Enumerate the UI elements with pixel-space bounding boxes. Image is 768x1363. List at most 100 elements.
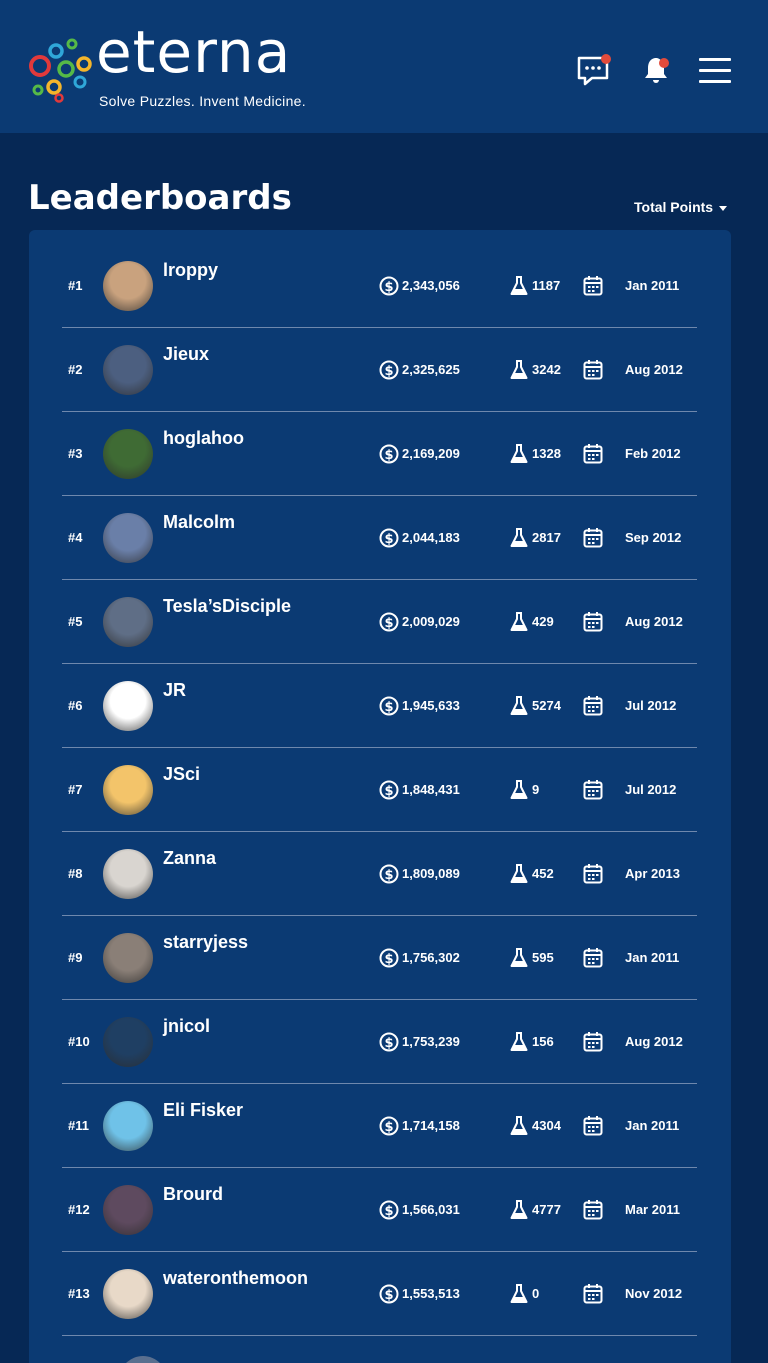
username-link[interactable]: Zanna	[163, 848, 216, 869]
leaderboard-row: #2 Jieux $ 2,325,625 3242 Aug 2012	[62, 328, 697, 412]
username-link[interactable]: wateronthemoon	[163, 1268, 308, 1289]
flask-icon	[510, 360, 528, 379]
dollar-coin-icon: $	[379, 1032, 399, 1052]
svg-text:$: $	[384, 532, 393, 547]
joined-date: Aug 2012	[625, 362, 683, 377]
labs-count: 595	[532, 950, 554, 965]
avatar[interactable]	[103, 1185, 153, 1235]
username-link[interactable]: JR	[163, 680, 186, 701]
dollar-coin-icon: $	[379, 780, 399, 800]
bell-icon[interactable]	[640, 52, 676, 88]
avatar[interactable]	[103, 429, 153, 479]
avatar[interactable]	[103, 1269, 153, 1319]
leaderboard-row: #7 JSci $ 1,848,431 9 Jul 2012	[62, 748, 697, 832]
calendar-icon	[583, 528, 603, 548]
avatar[interactable]	[103, 681, 153, 731]
avatar[interactable]	[103, 1017, 153, 1067]
eterna-logo[interactable]: eterna Solve Puzzles. Invent Medicine.	[26, 18, 316, 112]
svg-text:$: $	[384, 700, 393, 715]
rank-label: #4	[68, 530, 83, 545]
rank-label: #1	[68, 278, 83, 293]
rank-label: #3	[68, 446, 83, 461]
points-value: 2,169,209	[402, 446, 460, 461]
leaderboard-row: #10 jnicol $ 1,753,239 156 Aug 2012	[62, 1000, 697, 1084]
labs-count: 452	[532, 866, 554, 881]
labs-count: 1328	[532, 446, 561, 461]
avatar[interactable]	[103, 933, 153, 983]
svg-text:$: $	[384, 784, 393, 799]
labs-count: 429	[532, 614, 554, 629]
avatar[interactable]	[103, 597, 153, 647]
username-link[interactable]: Eli Fisker	[163, 1100, 243, 1121]
calendar-icon	[583, 696, 603, 716]
svg-text:$: $	[384, 1288, 393, 1303]
labs-count: 3242	[532, 362, 561, 377]
calendar-icon	[583, 276, 603, 296]
labs-count: 0	[532, 1286, 540, 1301]
svg-text:$: $	[384, 952, 393, 967]
rank-label: #13	[68, 1286, 90, 1301]
flask-icon	[510, 780, 528, 799]
rank-label: #8	[68, 866, 83, 881]
rank-label: #11	[68, 1118, 89, 1133]
username-link[interactable]: jnicol	[163, 1016, 210, 1037]
rank-label: #6	[68, 698, 83, 713]
calendar-icon	[583, 864, 603, 884]
points-value: 1,756,302	[402, 950, 460, 965]
username-link[interactable]: hoglahoo	[163, 428, 244, 449]
dollar-coin-icon: $	[379, 276, 399, 296]
flask-icon	[510, 1284, 528, 1303]
labs-count: 156	[532, 1034, 554, 1049]
points-value: 1,753,239	[402, 1034, 460, 1049]
leaderboard-row: #13 wateronthemoon $ 1,553,513 0 Nov 201…	[62, 1252, 697, 1336]
svg-text:$: $	[384, 1120, 393, 1135]
avatar[interactable]	[103, 345, 153, 395]
avatar[interactable]	[103, 1101, 153, 1151]
avatar[interactable]	[103, 261, 153, 311]
leaderboard-row: #11 Eli Fisker $ 1,714,158 4304 Jan 2011	[62, 1084, 697, 1168]
username-link[interactable]: Malcolm	[163, 512, 235, 533]
labs-count: 2817	[532, 530, 561, 545]
avatar[interactable]	[103, 849, 153, 899]
username-link[interactable]: Tesla’sDisciple	[163, 596, 291, 617]
rank-label: #12	[68, 1202, 90, 1217]
sort-dropdown[interactable]: Total Points	[634, 199, 728, 215]
svg-text:$: $	[384, 616, 393, 631]
sort-dropdown-label: Total Points	[634, 199, 714, 215]
svg-text:$: $	[384, 364, 393, 379]
avatar[interactable]	[103, 765, 153, 815]
page-title: Leaderboards	[28, 178, 292, 218]
svg-text:$: $	[384, 448, 393, 463]
joined-date: Mar 2011	[625, 1202, 680, 1217]
calendar-icon	[583, 612, 603, 632]
leaderboard-row: #12 Brourd $ 1,566,031 4777 Mar 2011	[62, 1168, 697, 1252]
labs-count: 1187	[532, 278, 561, 293]
hamburger-menu-icon[interactable]	[697, 56, 733, 86]
labs-count: 9	[532, 782, 540, 797]
leaderboard-row: #8 Zanna $ 1,809,089 452 Apr 2013	[62, 832, 697, 916]
dollar-coin-icon: $	[379, 696, 399, 716]
flask-icon	[510, 612, 528, 631]
username-link[interactable]: lroppy	[163, 260, 218, 281]
username-link[interactable]: Jieux	[163, 344, 209, 365]
avatar[interactable]	[103, 513, 153, 563]
labs-count: 4304	[532, 1118, 561, 1133]
leaderboard-row: #1 lroppy $ 2,343,056 1187 Jan 2011	[62, 244, 697, 328]
flask-icon	[510, 864, 528, 883]
calendar-icon	[583, 948, 603, 968]
joined-date: Jan 2011	[625, 278, 680, 293]
labs-count: 4777	[532, 1202, 561, 1217]
chat-icon[interactable]	[576, 52, 612, 88]
calendar-icon	[583, 1032, 603, 1052]
username-link[interactable]: starryjess	[163, 932, 248, 953]
username-link[interactable]: Brourd	[163, 1184, 223, 1205]
svg-text:$: $	[384, 1036, 393, 1051]
rank-label: #9	[68, 950, 83, 965]
joined-date: Jan 2011	[625, 950, 680, 965]
points-value: 2,044,183	[402, 530, 460, 545]
leaderboard-row: #3 hoglahoo $ 2,169,209 1328 Feb 2012	[62, 412, 697, 496]
calendar-icon	[583, 1116, 603, 1136]
username-link[interactable]: JSci	[163, 764, 200, 785]
calendar-icon	[583, 780, 603, 800]
calendar-icon	[583, 444, 603, 464]
